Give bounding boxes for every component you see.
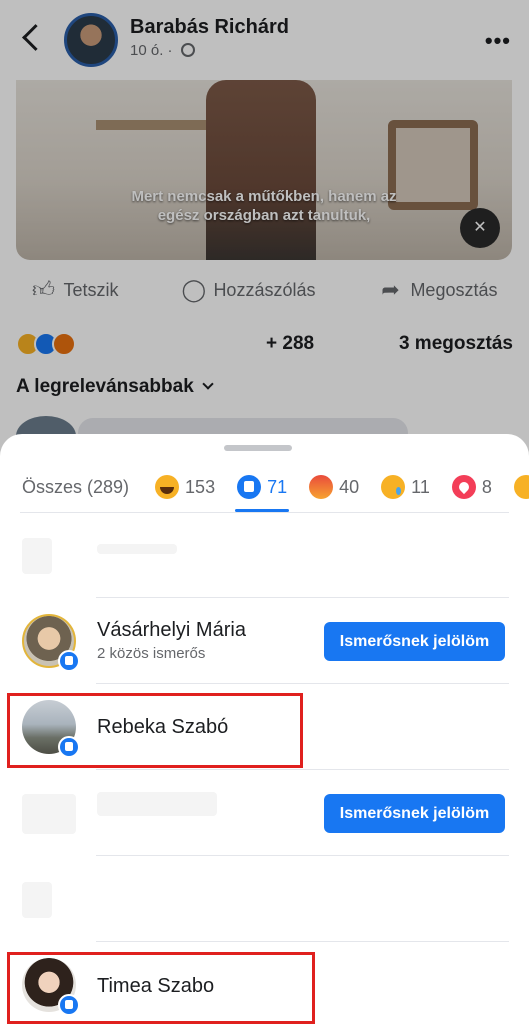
tab-sad[interactable]: 11	[381, 464, 430, 510]
tab-haha[interactable]: 153	[155, 464, 215, 510]
tab-like[interactable]: 71	[235, 464, 290, 512]
tab-angry-count: 40	[339, 476, 360, 497]
tab-all[interactable]: Összes (289)	[22, 464, 129, 510]
redacted-avatar	[22, 882, 52, 918]
highlight-box-timea	[7, 952, 315, 1024]
haha-emoji-icon	[155, 475, 180, 499]
highlight-box-rebeka	[7, 693, 303, 768]
tab-haha-count: 153	[185, 476, 216, 497]
sad-emoji-icon	[381, 475, 406, 499]
tab-love[interactable]: 8	[451, 464, 492, 510]
care-emoji-icon	[513, 475, 529, 499]
list-item[interactable]: Ismerősnek jelölöm	[0, 770, 529, 856]
mutual-friends: 2 közös ismerős	[97, 645, 206, 662]
tab-angry[interactable]: 40	[309, 464, 359, 510]
tab-sad-count: 11	[411, 476, 430, 497]
person-name[interactable]: Vásárhelyi Mária	[97, 619, 246, 642]
tab-love-count: 8	[481, 476, 492, 497]
love-emoji-icon	[451, 475, 476, 499]
tab-all-label: Összes (289)	[22, 476, 130, 497]
list-item[interactable]: Vásárhelyi Mária 2 közös ismerős Ismerős…	[0, 598, 529, 684]
reaction-tabs: Összes (289) 153 71 40 11 8	[0, 464, 529, 512]
list-item[interactable]	[0, 856, 529, 942]
sheet-grabber[interactable]	[224, 445, 292, 451]
redacted-avatar	[22, 538, 52, 574]
redacted-name	[97, 792, 217, 816]
add-friend-button[interactable]: Ismerősnek jelölöm	[324, 622, 505, 661]
angry-emoji-icon	[309, 475, 334, 499]
list-item[interactable]	[0, 512, 529, 598]
add-friend-button[interactable]: Ismerősnek jelölöm	[324, 794, 505, 833]
redacted-avatar	[22, 794, 76, 834]
like-emoji-icon	[237, 475, 262, 499]
redacted-name	[97, 544, 177, 554]
tab-care[interactable]	[513, 464, 529, 510]
like-badge-icon	[58, 650, 80, 672]
tab-like-count: 71	[267, 476, 288, 497]
